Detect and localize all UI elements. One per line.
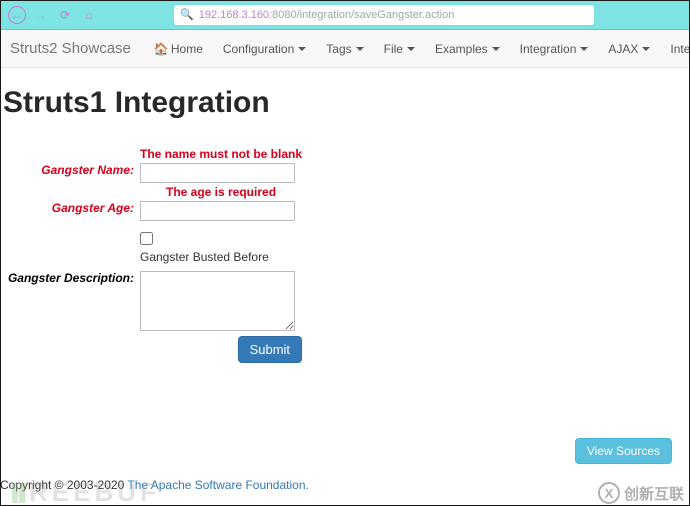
home-icon: 🏠: [154, 42, 169, 56]
chevron-down-icon: [356, 47, 364, 51]
search-icon: 🔍: [180, 8, 194, 21]
gangster-description-textarea[interactable]: [140, 271, 295, 331]
nav-integration[interactable]: Integration: [511, 32, 598, 66]
watermark-right: X创新互联: [598, 482, 684, 504]
main-navbar: Struts2 Showcase 🏠Home Configuration Tag…: [0, 30, 690, 68]
chevron-down-icon: [492, 47, 500, 51]
nav-examples[interactable]: Examples: [426, 32, 509, 66]
logo-icon: X: [598, 482, 620, 504]
nav-label: Examples: [435, 42, 488, 56]
gangster-name-input[interactable]: [140, 163, 295, 183]
label-busted: Gangster Busted Before: [140, 250, 269, 264]
url-display: 192.168.3.160:8080/integration/saveGangs…: [199, 9, 588, 21]
browser-toolbar: ← → ⟳ ⌂ 🔍 192.168.3.160:8080/integration…: [0, 0, 690, 30]
view-sources-button[interactable]: View Sources: [575, 438, 672, 464]
page-title: Struts1 Integration: [3, 86, 690, 120]
gangster-form: The name must not be blank Gangster Name…: [2, 146, 305, 364]
submit-button[interactable]: Submit: [238, 336, 302, 363]
nav-configuration[interactable]: Configuration: [214, 32, 315, 66]
home-button[interactable]: ⌂: [80, 6, 98, 24]
page-content: Struts1 Integration The name must not be…: [0, 68, 690, 506]
label-age: Gangster Age:: [2, 200, 137, 222]
nav-home[interactable]: 🏠Home: [145, 32, 212, 66]
nav-label: AJAX: [608, 42, 638, 56]
back-button[interactable]: ←: [8, 6, 26, 24]
nav-label: Home: [171, 42, 203, 56]
nav-label: Interactive Demo: [670, 42, 690, 56]
nav-tags[interactable]: Tags: [317, 32, 372, 66]
chevron-down-icon: [580, 47, 588, 51]
gangster-busted-checkbox[interactable]: [140, 232, 153, 245]
brand[interactable]: Struts2 Showcase: [10, 40, 131, 57]
label-name: Gangster Name:: [2, 162, 137, 184]
gangster-age-input[interactable]: [140, 201, 295, 221]
label-description: Gangster Description:: [2, 265, 137, 335]
nav-label: File: [384, 42, 403, 56]
chevron-down-icon: [298, 47, 306, 51]
nav-label: Tags: [326, 42, 351, 56]
nav-label: Integration: [520, 42, 577, 56]
nav-interactive-demo[interactable]: Interactive Demo: [661, 32, 690, 66]
nav-menu: 🏠Home Configuration Tags File Examples I…: [145, 32, 690, 66]
reload-button[interactable]: ⟳: [56, 6, 74, 24]
nav-ajax[interactable]: AJAX: [599, 32, 659, 66]
error-name: The name must not be blank: [140, 147, 302, 161]
watermark-left: REEBUF: [12, 477, 160, 506]
error-age: The age is required: [166, 185, 276, 199]
nav-label: Configuration: [223, 42, 294, 56]
nav-file[interactable]: File: [375, 32, 424, 66]
forward-button: →: [32, 6, 50, 24]
chevron-down-icon: [407, 47, 415, 51]
address-bar[interactable]: 🔍 192.168.3.160:8080/integration/saveGan…: [174, 5, 594, 25]
chevron-down-icon: [642, 47, 650, 51]
